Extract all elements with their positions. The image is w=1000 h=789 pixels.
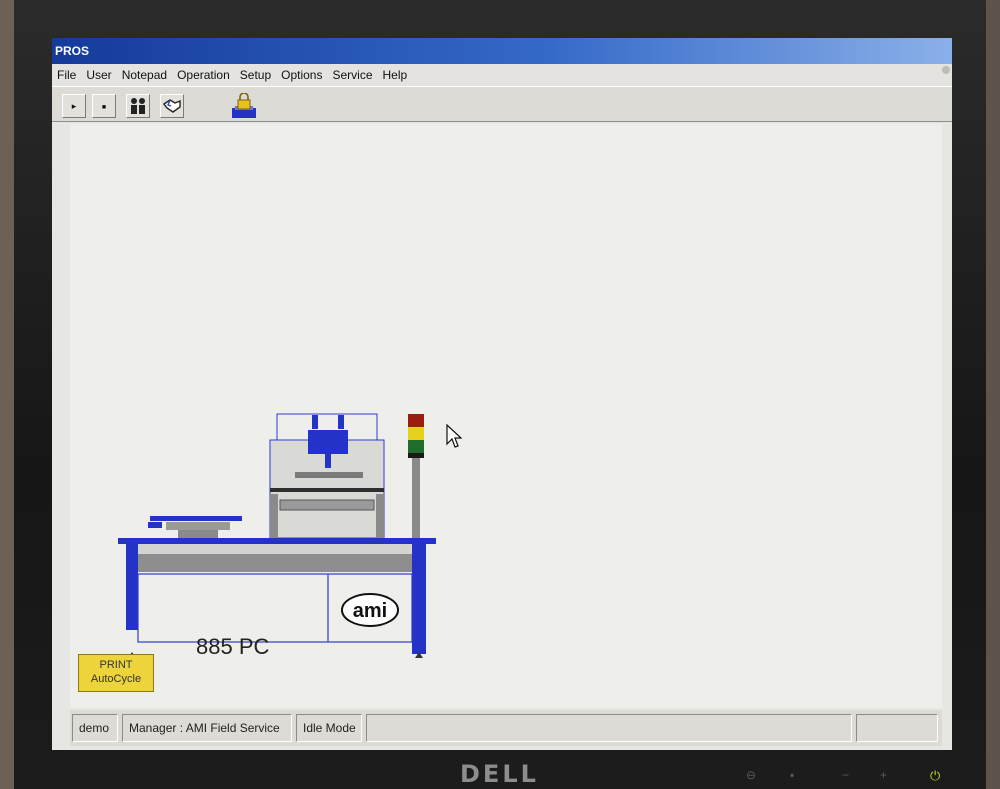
stack-light-green	[408, 440, 424, 453]
table-apron	[138, 544, 412, 554]
table-top	[118, 538, 436, 544]
table-leg-right	[412, 544, 426, 654]
print-head-pillar-left	[270, 494, 278, 538]
status-bar: demo Manager : AMI Field Service Idle Mo…	[70, 710, 942, 746]
mouse-cursor-icon	[446, 424, 462, 448]
monitor-menu-button[interactable]: ▪	[790, 768, 794, 782]
loader-plate	[150, 516, 242, 521]
loader-pedestal	[178, 530, 218, 538]
window-grip-icon	[942, 66, 950, 74]
squeegee-top-left	[312, 415, 318, 429]
squeegee-bar	[295, 472, 363, 478]
print-head-base	[270, 488, 384, 492]
print-head-pillar-right	[376, 494, 384, 538]
window-title-bar: PROS	[52, 38, 952, 64]
background-wall	[986, 0, 1000, 789]
loader-platform	[166, 522, 230, 530]
menu-file[interactable]: File	[52, 64, 81, 86]
stop-icon: ■	[101, 104, 107, 111]
menu-bar: File User Notepad Operation Setup Options Serv…	[52, 64, 952, 86]
lock-printer-icon	[232, 92, 256, 118]
handshake-icon	[162, 99, 181, 113]
stack-light-pole	[412, 458, 420, 542]
users-button[interactable]	[126, 94, 150, 118]
machine-model-label: 885 PC	[196, 634, 270, 659]
squeegee-top-right	[338, 415, 344, 429]
print-autocycle-indicator[interactable]: PRINT AutoCycle	[78, 654, 154, 692]
users-icon	[131, 98, 145, 114]
menu-operation[interactable]: Operation	[172, 64, 235, 86]
machine-diagram: ami	[118, 413, 436, 658]
status-role: Manager : AMI Field Service	[122, 714, 292, 742]
menu-service[interactable]: Service	[327, 64, 377, 86]
lock-printer-button[interactable]	[230, 92, 258, 121]
monitor-input-button[interactable]: ⊖	[746, 768, 756, 782]
status-pane-5	[856, 714, 938, 742]
table-leg-left	[126, 544, 138, 630]
menu-notepad[interactable]: Notepad	[117, 64, 172, 86]
monitor-minus-button[interactable]: −	[842, 768, 849, 782]
menu-options[interactable]: Options	[276, 64, 327, 86]
window-title: PROS	[55, 44, 90, 58]
status-mode: Idle Mode	[296, 714, 362, 742]
squeegee-stem	[325, 454, 331, 468]
stack-light-yellow	[408, 427, 424, 440]
handshake-button[interactable]	[160, 94, 184, 118]
background-wall	[0, 0, 14, 789]
stack-light-base	[408, 453, 424, 458]
status-user: demo	[72, 714, 118, 742]
squeegee-block	[308, 430, 348, 454]
monitor-brand-logo: DELL	[460, 760, 539, 788]
table-rail	[138, 554, 412, 572]
ami-logo-text: ami	[353, 600, 387, 622]
machine-canvas: ami 885 PC PRINT AutoCycle	[70, 124, 942, 708]
status-pane-4	[366, 714, 852, 742]
play-button[interactable]: ▸	[62, 94, 86, 118]
toolbar: ▸ ■	[52, 86, 952, 122]
print-label-line1: PRINT	[99, 659, 133, 671]
stop-button[interactable]: ■	[92, 94, 116, 118]
menu-setup[interactable]: Setup	[235, 64, 276, 86]
stack-light-red	[408, 414, 424, 427]
application-window: PROS File User Notepad Operation Setup Option…	[52, 38, 952, 750]
print-screen	[279, 499, 375, 511]
loader-motor	[148, 522, 162, 528]
power-button-icon[interactable]: ⏻	[930, 768, 940, 784]
monitor-plus-button[interactable]: +	[880, 768, 887, 782]
menu-help[interactable]: Help	[378, 64, 413, 86]
print-label-line2: AutoCycle	[90, 673, 142, 685]
menu-user[interactable]: User	[81, 64, 116, 86]
play-icon: ▸	[71, 101, 77, 111]
